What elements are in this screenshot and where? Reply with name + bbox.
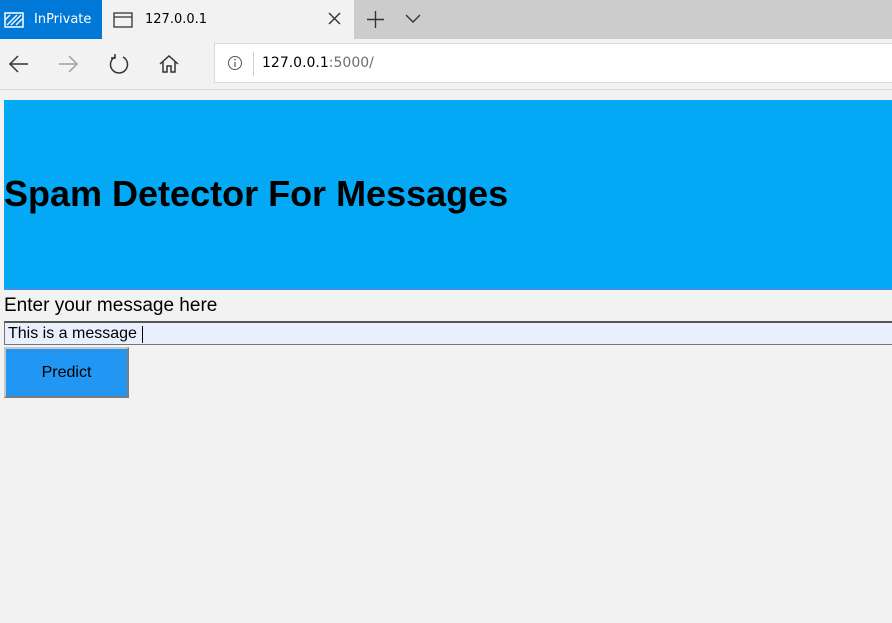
tab-title: 127.0.0.1 bbox=[145, 12, 208, 27]
address-bar[interactable]: 127.0.0.1:5000/ bbox=[214, 43, 892, 83]
tab-bar: InPrivate 127.0.0.1 bbox=[0, 0, 892, 39]
home-icon[interactable] bbox=[158, 53, 180, 75]
back-icon[interactable] bbox=[8, 53, 30, 75]
url-path: :5000/ bbox=[328, 55, 374, 71]
chevron-down-icon[interactable] bbox=[404, 12, 422, 24]
message-label: Enter your message here bbox=[4, 295, 218, 316]
close-icon[interactable] bbox=[327, 11, 342, 26]
predict-button[interactable]: Predict bbox=[4, 347, 129, 398]
text-caret bbox=[142, 326, 143, 343]
refresh-icon[interactable] bbox=[108, 53, 130, 75]
inprivate-label: InPrivate bbox=[34, 12, 92, 27]
info-icon[interactable] bbox=[227, 55, 243, 71]
page-icon bbox=[113, 11, 133, 28]
page-content: Spam Detector For Messages Enter your me… bbox=[0, 90, 892, 623]
message-input[interactable] bbox=[4, 321, 892, 345]
url-host: 127.0.0.1 bbox=[262, 55, 329, 71]
plus-icon[interactable] bbox=[366, 10, 385, 29]
inprivate-icon bbox=[4, 11, 24, 28]
page-title: Spam Detector For Messages bbox=[4, 173, 509, 214]
address-separator bbox=[253, 52, 254, 76]
inprivate-indicator: InPrivate bbox=[0, 0, 102, 39]
page-header: Spam Detector For Messages bbox=[4, 100, 892, 290]
address-url[interactable]: 127.0.0.1:5000/ bbox=[262, 55, 374, 71]
browser-tab[interactable]: 127.0.0.1 bbox=[102, 0, 354, 39]
browser-toolbar: 127.0.0.1:5000/ bbox=[0, 39, 892, 90]
forward-icon bbox=[57, 53, 79, 75]
